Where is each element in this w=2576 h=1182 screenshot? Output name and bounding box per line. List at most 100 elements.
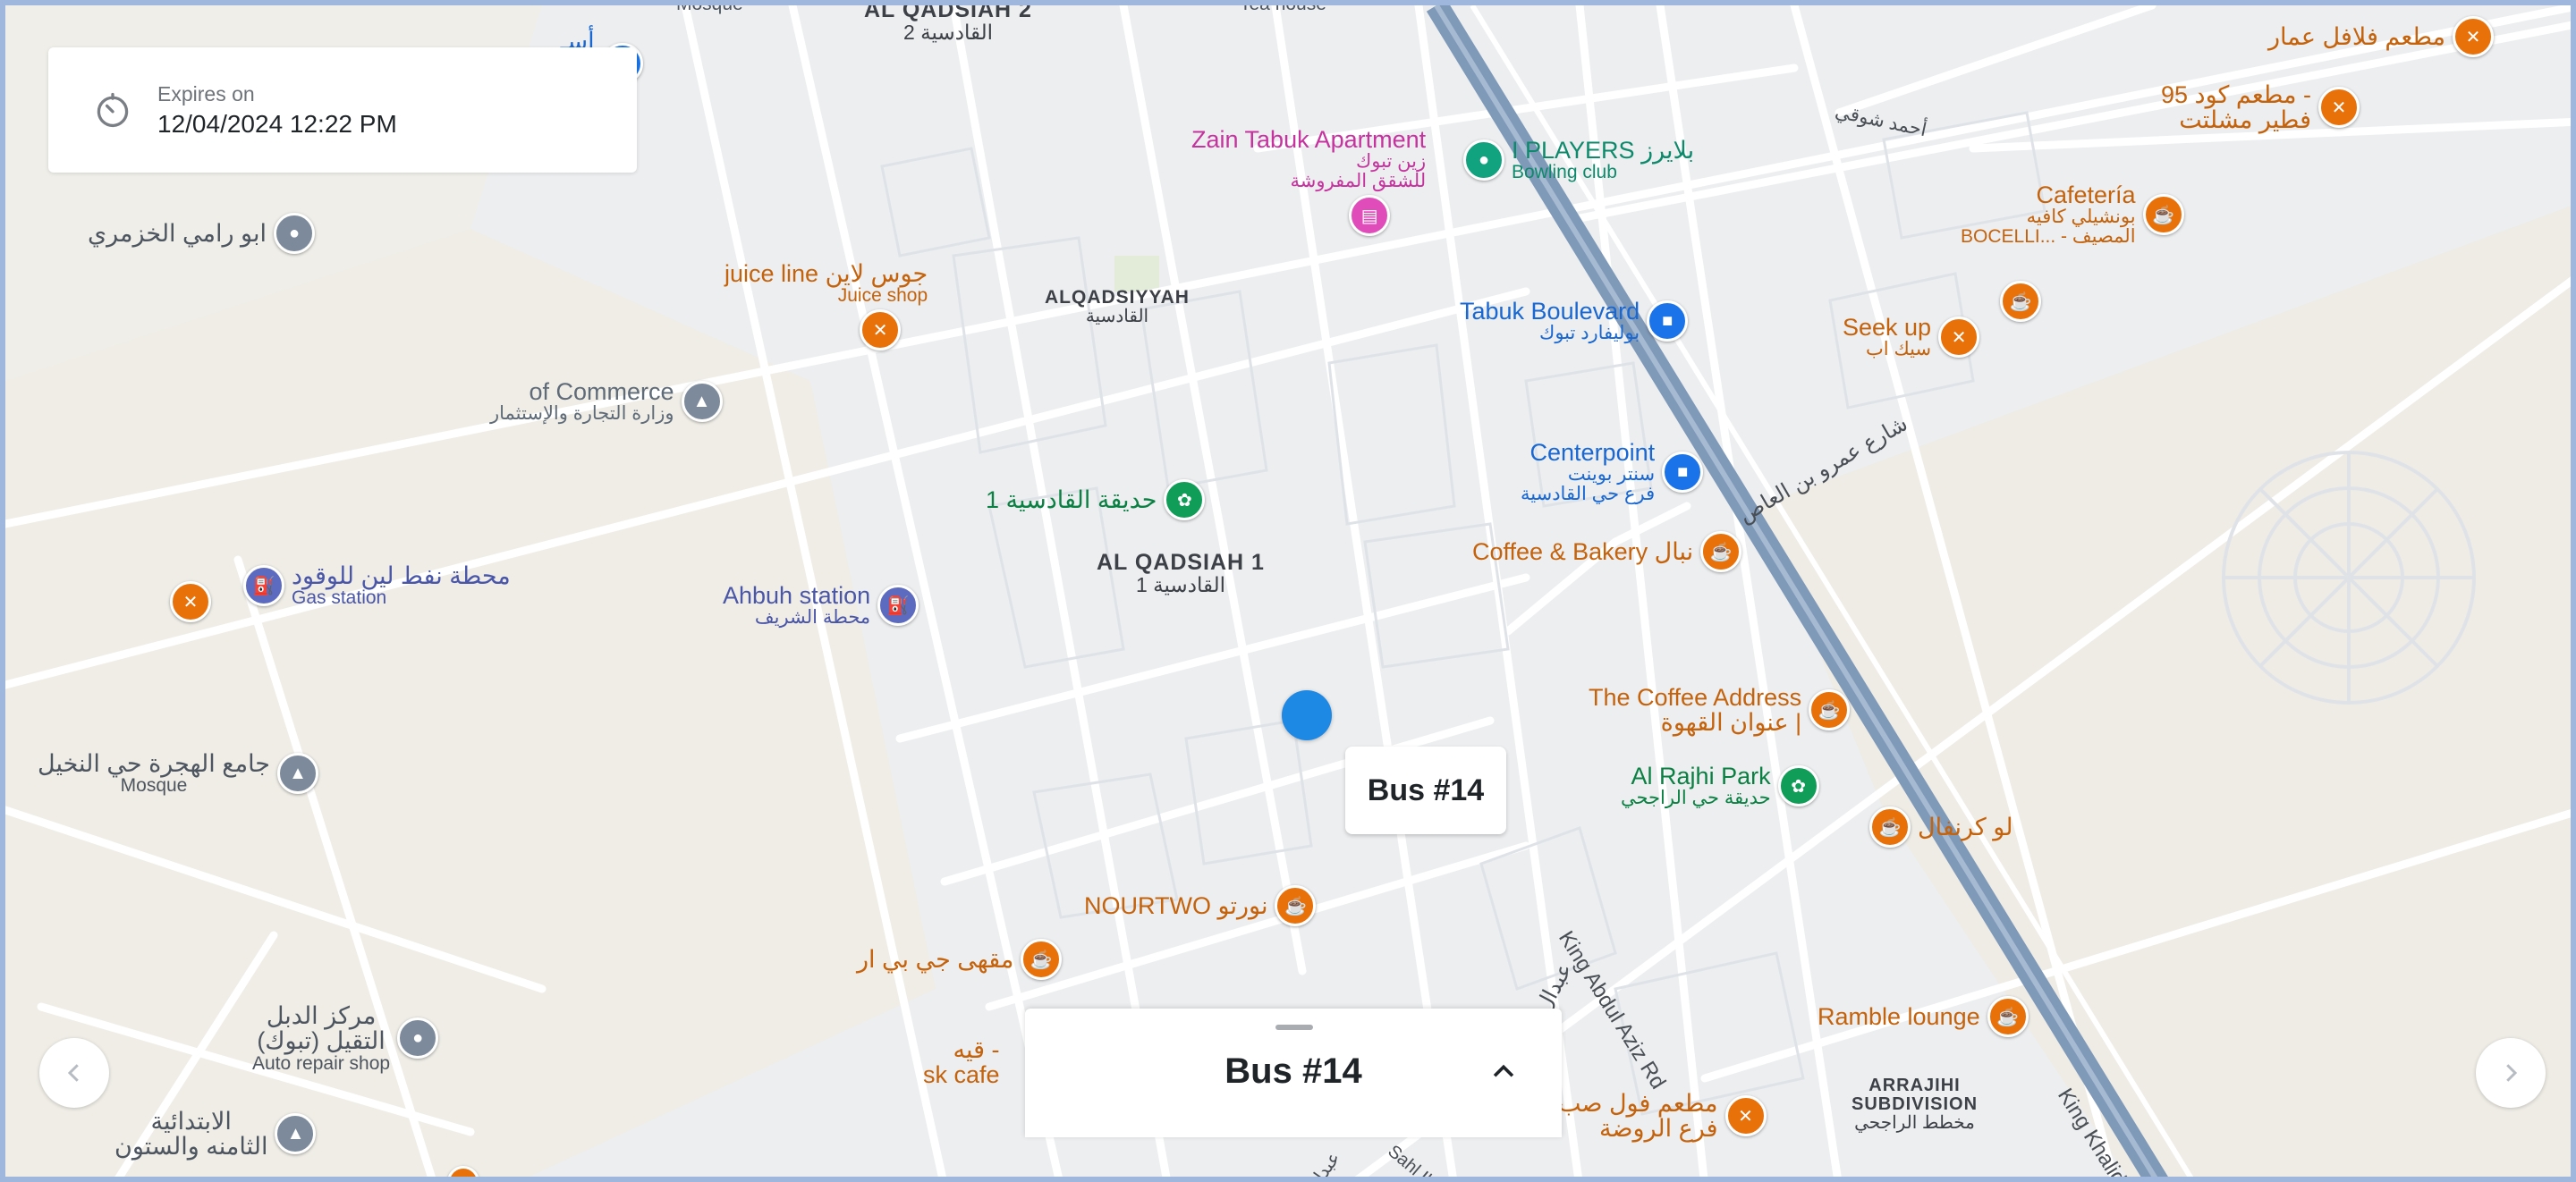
poi-name: Tabuk Boulevard xyxy=(1460,298,1640,325)
expires-value: 12/04/2024 12:22 PM xyxy=(157,109,397,138)
poi-marker[interactable]: جامع الهجرة حي النخيل Mosque ▲ xyxy=(38,751,318,796)
poi-name: Seek up xyxy=(1843,314,1932,341)
poi-subtitle: فرع الروضة xyxy=(1599,1115,1718,1143)
poi-marker[interactable]: Al Rajhi Park حديقة حي الراجحي ✿ xyxy=(1621,764,1819,808)
poi-subtitle: التقيل (تبوك) xyxy=(257,1027,386,1055)
district-label: ARRAJIHI SUBDIVISION مخطط الراجحي xyxy=(1852,1076,1978,1133)
poi-subtitle: عنوان القهوة | xyxy=(1660,709,1802,737)
government-icon: ▲ xyxy=(681,381,723,423)
place-icon: ● xyxy=(274,213,316,254)
poi-marker[interactable]: NOURTWO نورتو ☕ xyxy=(1084,885,1317,926)
poi-subtitle: سنتر بوينت xyxy=(1567,464,1656,485)
poi-marker[interactable]: مقهى جي بي ار ☕ xyxy=(857,939,1063,980)
bed-icon: ▤ xyxy=(1349,195,1391,237)
next-button[interactable] xyxy=(2476,1038,2546,1108)
poi-marker[interactable]: Cafetería بونشيلي كافيه BOCELLI... - المصي… xyxy=(1961,182,2184,247)
poi-name: الابتدائية xyxy=(150,1108,232,1135)
poi-marker[interactable]: ☕ xyxy=(2000,281,2041,322)
coffee-icon: ☕ xyxy=(1987,996,2029,1037)
bus-location-marker[interactable] xyxy=(1282,690,1332,740)
poi-marker[interactable]: Seek up سيك اب ✕ xyxy=(1843,314,1980,359)
coffee-icon: ☕ xyxy=(1275,885,1317,926)
timer-icon xyxy=(97,92,129,128)
poi-marker[interactable]: مركز الدبل التقيل (تبوك) Auto repair shop … xyxy=(252,1003,439,1074)
poi-name: حديقة القادسية 1 xyxy=(986,485,1157,513)
poi-name: Mosque xyxy=(676,0,743,14)
fork-knife-icon: ✕ xyxy=(1724,1095,1767,1137)
poi-subtitle: Mosque xyxy=(120,775,188,797)
poi-subtitle-2: BOCELLI... - المصيف xyxy=(1961,226,2136,248)
chevron-right-icon xyxy=(2506,1064,2518,1082)
poi-name: Zain Tabuk Apartment xyxy=(1191,126,1427,153)
poi-name: Cafetería xyxy=(2036,182,2136,208)
poi-marker[interactable]: ● I PLAYERS بلايرز Bowling club xyxy=(1463,138,1694,182)
poi-marker[interactable]: الابتدائية الثامنه والستون ▲ xyxy=(114,1108,317,1161)
bus-callout[interactable]: Bus #14 xyxy=(1345,747,1506,834)
poi-marker[interactable]: مطعم فلافل عمار ✕ xyxy=(2268,16,2494,57)
poi-name: لو كرنفال xyxy=(1918,813,2013,840)
chevron-up-icon[interactable] xyxy=(1488,1057,1519,1087)
bus-bottom-sheet[interactable]: Bus #14 xyxy=(1025,1009,1562,1137)
fork-knife-icon: ✕ xyxy=(2452,16,2494,57)
poi-subtitle: Gas station xyxy=(292,587,387,609)
chevron-left-icon xyxy=(67,1064,79,1082)
poi-marker[interactable]: Zain Tabuk Apartment زين تبوك للشقق المفرو… xyxy=(1191,126,1427,237)
poi-marker[interactable]: The Coffee Address عنوان القهوة | ☕ xyxy=(1589,684,1851,737)
poi-name: ابو رامي الخزمري xyxy=(88,219,267,247)
poi-marker[interactable]: Tea house xyxy=(1240,0,1326,14)
poi-name: مطعم فلافل عمار xyxy=(2268,22,2445,50)
poi-name: juice line جوس لاين xyxy=(724,260,928,287)
poi-marker[interactable]: قيه - sk cafe xyxy=(923,1037,1000,1088)
coffee-icon: ☕ xyxy=(1700,531,1742,572)
poi-name: Ahbuh station xyxy=(723,582,871,609)
poi-subtitle-2: فرع حي القادسية xyxy=(1521,484,1656,505)
expires-card: Expires on 12/04/2024 12:22 PM xyxy=(48,47,637,173)
district-name-en: AL QADSIAH 2 xyxy=(864,0,1032,22)
poi-name: مطعم كود 95 - xyxy=(2161,81,2311,108)
poi-marker[interactable]: juice line جوس لاين Juice shop ✕ xyxy=(724,260,928,351)
poi-subtitle: بونشيلي كافيه xyxy=(2026,207,2136,228)
poi-subtitle: Bowling club xyxy=(1512,162,1617,183)
poi-marker[interactable]: Mosque xyxy=(676,0,743,14)
poi-marker[interactable]: Ramble lounge ☕ xyxy=(1818,996,2029,1037)
school-icon: ▲ xyxy=(275,1113,317,1155)
poi-marker[interactable]: of Commerce وزارة التجارة والإستثمار ▲ xyxy=(490,379,723,424)
poi-name: NOURTWO نورتو xyxy=(1084,891,1268,919)
fork-knife-icon: ✕ xyxy=(860,309,902,351)
place-icon: ● xyxy=(397,1017,439,1060)
poi-subtitle: الثامنه والستون xyxy=(114,1133,268,1161)
poi-name: The Coffee Address xyxy=(1589,684,1802,711)
district-name-ar: القادسية xyxy=(1085,307,1149,327)
poi-name: مطعم فول صب xyxy=(1558,1090,1718,1117)
poi-marker[interactable]: Tabuk Boulevard بوليفارد تبوك ■ xyxy=(1460,298,1689,344)
coffee-icon: ☕ xyxy=(2000,281,2041,322)
district-name-ar: القادسية 1 xyxy=(1135,573,1225,597)
poi-marker[interactable]: ✕ xyxy=(447,1166,479,1177)
poi-marker[interactable]: ⛽ محطة نفط لين للوقود Gas station xyxy=(243,563,511,608)
poi-name: محطة نفط لين للوقود xyxy=(292,562,511,589)
poi-marker[interactable]: مطعم فول صب فرع الروضة ✕ xyxy=(1558,1091,1767,1142)
poi-marker[interactable]: ✕ xyxy=(170,581,211,622)
fork-knife-icon: ✕ xyxy=(1938,317,1980,359)
fork-knife-icon: ✕ xyxy=(447,1166,479,1177)
drag-handle[interactable] xyxy=(1275,1025,1313,1030)
shopping-bag-icon: ■ xyxy=(1662,452,1704,494)
coffee-icon: ☕ xyxy=(2142,194,2184,236)
poi-marker[interactable]: Coffee & Bakery نبال ☕ xyxy=(1472,531,1742,572)
poi-marker[interactable]: Ahbuh station محطة الشريف ⛽ xyxy=(723,583,919,628)
poi-marker[interactable]: Centerpoint سنتر بوينت فرع حي القادسية ■ xyxy=(1521,440,1704,505)
poi-marker[interactable]: ☕ لو كرنفال xyxy=(1869,806,2012,848)
fork-knife-icon: ✕ xyxy=(170,581,211,622)
poi-subtitle: وزارة التجارة والإستثمار xyxy=(490,403,674,425)
district-name-en-2: SUBDIVISION xyxy=(1852,1094,1979,1114)
poi-marker[interactable]: ابو رامي الخزمري ● xyxy=(88,213,316,254)
poi-name: Tea house xyxy=(1240,0,1326,14)
poi-marker[interactable]: مطعم كود 95 - فطير مشلتت ✕ xyxy=(2161,82,2360,133)
bowling-icon: ● xyxy=(1463,139,1504,182)
poi-subtitle: بوليفارد تبوك xyxy=(1539,323,1640,344)
previous-button[interactable] xyxy=(39,1038,109,1108)
district-label: ALQADSIYYAH القادسية xyxy=(1045,287,1190,327)
district-name-en: AL QADSIAH 1 xyxy=(1097,550,1265,575)
poi-marker[interactable]: حديقة القادسية 1 ✿ xyxy=(986,479,1206,520)
poi-name: Ramble lounge xyxy=(1818,1002,1980,1030)
